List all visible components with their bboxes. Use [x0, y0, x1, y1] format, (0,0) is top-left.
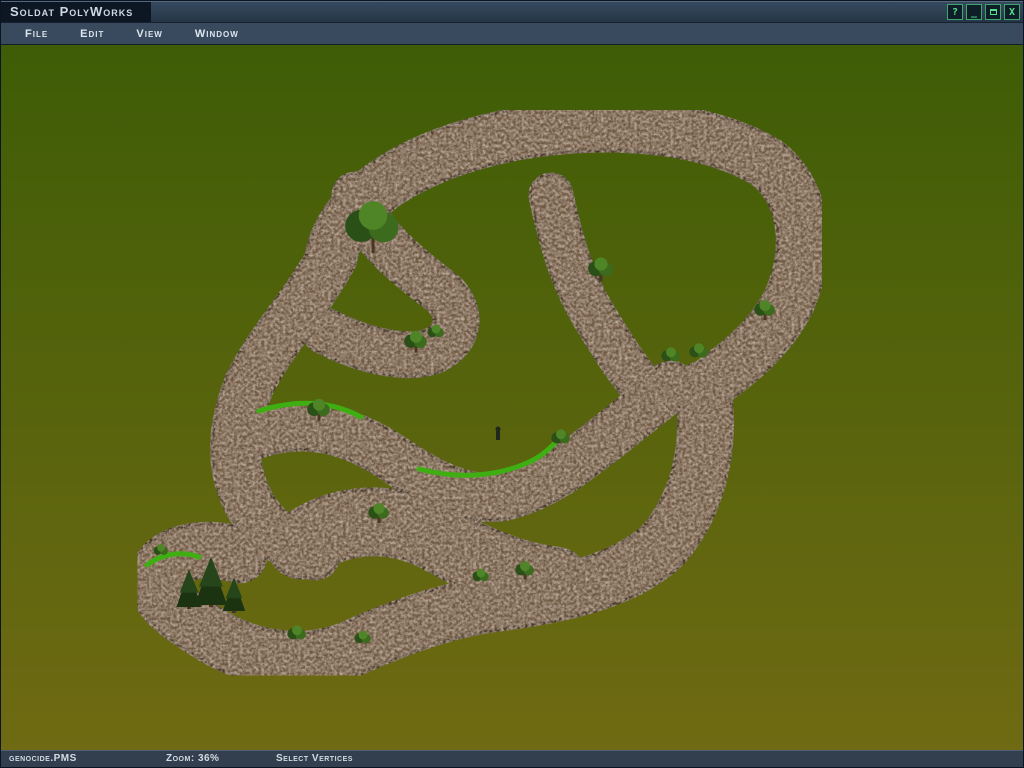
status-filename: genocide.PMS: [9, 753, 77, 764]
menu-view[interactable]: View: [120, 28, 178, 40]
bush[interactable]: [666, 347, 676, 357]
player-spawn[interactable]: [496, 427, 501, 432]
close-button[interactable]: X: [1004, 4, 1020, 20]
bush[interactable]: [292, 625, 302, 635]
bush[interactable]: [477, 569, 486, 578]
tree[interactable]: [410, 331, 422, 343]
tree[interactable]: [594, 257, 607, 270]
status-mode: Select Vertices: [276, 753, 353, 764]
app-window: Soldat PolyWorks ? _ X File Edit View Wi…: [0, 0, 1024, 768]
window-title: Soldat PolyWorks: [1, 2, 151, 22]
status-zoom: Zoom: 36%: [166, 753, 219, 764]
player-spawn[interactable]: [496, 431, 500, 440]
bush[interactable]: [556, 429, 566, 439]
menu-file[interactable]: File: [9, 28, 64, 40]
map-svg: [1, 45, 1023, 750]
tree[interactable]: [359, 201, 388, 230]
minimize-button[interactable]: _: [966, 4, 982, 20]
tree[interactable]: [374, 503, 385, 514]
window-controls: ? _ X: [947, 4, 1020, 20]
menu-bar: File Edit View Window: [1, 23, 1023, 45]
help-button[interactable]: ?: [947, 4, 963, 20]
bush[interactable]: [694, 343, 704, 353]
bush[interactable]: [157, 544, 165, 552]
tree[interactable]: [520, 561, 530, 571]
tree[interactable]: [760, 300, 771, 311]
menu-window[interactable]: Window: [179, 28, 255, 40]
status-bar: genocide.PMS Zoom: 36% Select Vertices: [1, 750, 1023, 767]
tree[interactable]: [313, 399, 325, 411]
menu-edit[interactable]: Edit: [64, 28, 120, 40]
bush[interactable]: [359, 631, 368, 640]
restore-icon: [990, 9, 997, 15]
bush[interactable]: [432, 325, 441, 334]
title-bar: Soldat PolyWorks ? _ X: [1, 1, 1023, 23]
restore-button[interactable]: [985, 4, 1001, 20]
map-canvas[interactable]: [1, 45, 1023, 750]
